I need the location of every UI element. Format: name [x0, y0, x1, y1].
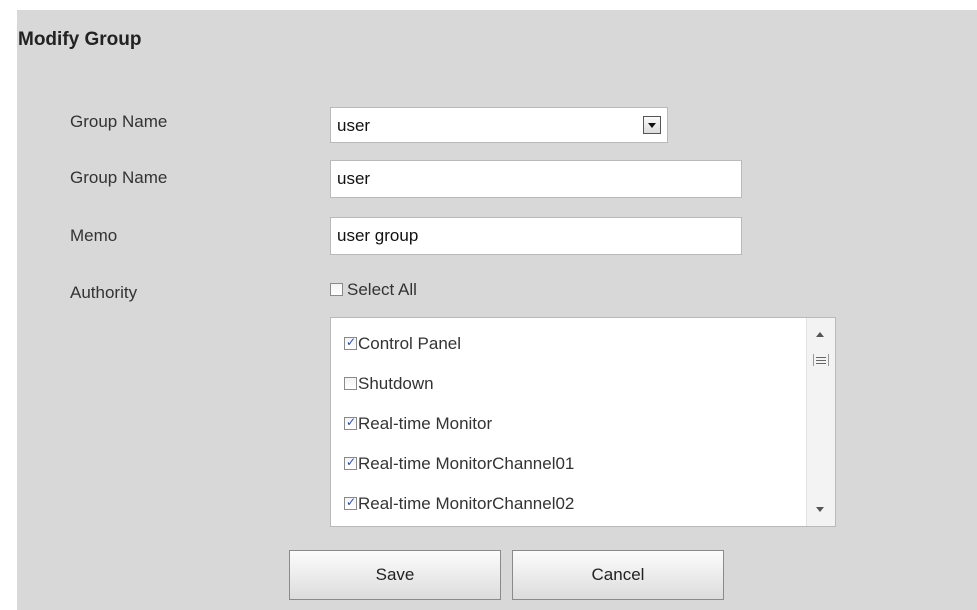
authority-item-checkbox[interactable]	[344, 414, 357, 430]
authority-item-label: Real-time MonitorChannel01	[358, 454, 575, 473]
group-select-label: Group Name	[70, 112, 168, 131]
authority-items: Control Panel Shutdown Real-time Monitor Re…	[344, 332, 575, 526]
authority-label: Authority	[70, 283, 138, 302]
page-title: Modify Group	[18, 29, 142, 50]
group-select[interactable]: user	[330, 107, 668, 143]
authority-item-label: Control Panel	[358, 334, 462, 353]
select-all-label: Select All	[347, 280, 417, 299]
authority-item-checkbox[interactable]	[344, 494, 357, 510]
scroll-up-icon[interactable]	[816, 332, 824, 337]
authority-item-label: Shutdown	[358, 374, 434, 393]
authority-item[interactable]: Real-time MonitorChannel02	[344, 492, 575, 526]
group-name-input[interactable]	[330, 160, 742, 198]
select-all-option[interactable]: Select All	[330, 280, 417, 300]
chevron-down-icon[interactable]	[643, 116, 661, 134]
authority-item[interactable]: Real-time MonitorChannel01	[344, 452, 574, 492]
authority-item-label: Real-time Monitor	[358, 414, 493, 433]
scroll-down-icon[interactable]	[816, 507, 824, 512]
group-select-value: user	[337, 116, 371, 135]
memo-input[interactable]	[330, 217, 742, 255]
authority-item[interactable]: Real-time Monitor	[344, 412, 574, 452]
save-button[interactable]: Save	[289, 550, 501, 600]
authority-item-checkbox[interactable]	[344, 334, 357, 350]
authority-item-checkbox[interactable]	[344, 454, 357, 470]
authority-item-checkbox[interactable]	[344, 376, 357, 390]
authority-item[interactable]: Shutdown	[344, 372, 574, 412]
cancel-button[interactable]: Cancel	[512, 550, 724, 600]
select-all-checkbox[interactable]	[330, 282, 343, 296]
authority-list[interactable]: Control Panel Shutdown Real-time Monitor Re…	[330, 317, 836, 527]
scroll-thumb[interactable]	[813, 354, 829, 366]
scrollbar[interactable]	[806, 318, 835, 526]
authority-item[interactable]: Control Panel	[344, 332, 574, 372]
group-name-label: Group Name	[70, 168, 168, 187]
authority-item-label: Real-time MonitorChannel02	[358, 494, 575, 513]
memo-label: Memo	[70, 226, 118, 245]
